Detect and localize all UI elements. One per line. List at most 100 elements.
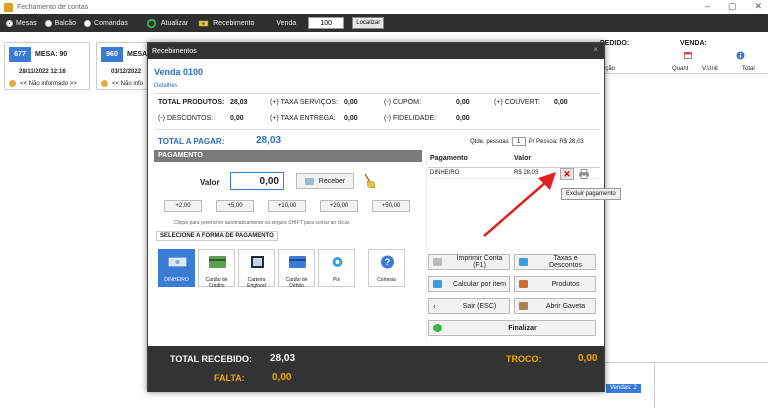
radio-selected-icon — [6, 19, 13, 27]
col-quant: Quant — [672, 66, 689, 72]
pay-method-label: DINHEIRO — [164, 277, 189, 283]
imprimir-conta-button[interactable]: Imprimir Conta (F1) — [428, 254, 510, 270]
divider — [596, 362, 768, 363]
venda-input[interactable]: 100 — [308, 17, 345, 29]
top-toolbar: Mesas Balcão Comandas Atualizar Recebime… — [0, 14, 768, 32]
produtos-button[interactable]: Produtos — [514, 276, 596, 292]
total-produtos-value: 28,03 — [230, 99, 248, 106]
radio-balcao-label: Balcão — [54, 19, 77, 27]
calcular-item-button[interactable]: Calcular por item — [428, 276, 510, 292]
divider — [654, 362, 655, 408]
excluir-pagamento-tooltip: Excluir pagamento — [561, 188, 621, 200]
pay-method-cortesia[interactable]: ? Cortesia — [368, 249, 405, 287]
taxa-servicos-label: (+) TAXA SERVIÇOS: — [270, 99, 338, 106]
valor-label: Valor — [200, 178, 220, 187]
table-card[interactable]: 677 MESA: 90 28/11/2022 12:16 << Não inf… — [4, 42, 90, 90]
wallet-icon — [251, 256, 264, 268]
radio-comandas[interactable]: Comandas — [84, 19, 128, 27]
total-pagar-label: TOTAL A PAGAR: — [158, 137, 225, 146]
qtde-pessoas-stepper[interactable]: 1 — [511, 137, 526, 146]
pay-method-carteira[interactable]: Carteira Engfood — [238, 249, 275, 289]
pay-method-dinheiro[interactable]: DINHEIRO — [158, 249, 195, 287]
money-icon — [198, 19, 209, 27]
info-icon[interactable] — [736, 51, 745, 60]
card-mesa: MESA: 90 — [35, 51, 68, 58]
drawer-icon — [519, 302, 528, 310]
excluir-pagamento-button[interactable]: ✕ — [560, 168, 574, 180]
pay-method-label: Cortesia — [377, 277, 396, 283]
produtos-label: Produtos — [551, 280, 580, 288]
couvert-label: (+) COUVERT: — [494, 99, 540, 106]
card-date: 03/12/2022 — [111, 69, 142, 75]
falta-label: FALTA: — [214, 373, 245, 383]
receber-label: Receber — [318, 177, 346, 185]
calculator-icon — [433, 280, 442, 288]
calcular-label: Calcular por item — [453, 280, 506, 288]
col-vunit: V.Unit — [702, 66, 718, 72]
question-icon: ? — [381, 255, 394, 269]
abrir-gaveta-button[interactable]: Abrir Gaveta — [514, 298, 596, 314]
quick-add-10-button[interactable]: +10,00 — [268, 200, 306, 212]
quick-add-5-button[interactable]: +5,00 — [216, 200, 254, 212]
calendar-icon[interactable] — [684, 51, 692, 59]
svg-text:?: ? — [385, 257, 391, 267]
taxa-entrega-value: 0,00 — [344, 115, 358, 122]
imprimir-label: Imprimir Conta (F1) — [456, 255, 503, 269]
cash-icon — [168, 257, 187, 267]
divider — [154, 129, 600, 130]
card-info: << Não informado >> — [9, 80, 77, 87]
radio-mesas-label: Mesas — [16, 19, 37, 27]
radio-balcao[interactable]: Balcão — [44, 19, 77, 27]
sair-button[interactable]: ‹ Sair (ESC) — [428, 298, 510, 314]
pay-method-label: Carteira Engfood — [247, 277, 266, 289]
qtde-pessoas: Qtde. pessoas 1 P/ Pessoa: R$ 28,03 — [470, 137, 584, 146]
por-pessoa-value: P/ Pessoa: R$ 28,03 — [528, 138, 584, 145]
quick-add-2-button[interactable]: +2,00 — [164, 200, 202, 212]
pay-method-label: Pix — [333, 277, 340, 283]
qtde-pessoas-label: Qtde. pessoas — [470, 138, 509, 145]
close-icon[interactable]: ✕ — [754, 1, 762, 12]
broom-icon[interactable] — [362, 173, 376, 189]
radio-icon — [44, 19, 52, 27]
annotation-arrow-icon — [483, 172, 556, 237]
payment-row-name: DINHEIRO — [430, 170, 460, 176]
card-info: << Não info — [101, 80, 143, 87]
total-pagar-value: 28,03 — [256, 135, 282, 146]
pay-method-debito[interactable]: Cartão de Débito — [278, 249, 315, 289]
atualizar-button[interactable]: Atualizar — [146, 18, 188, 29]
card-number: 960 — [101, 47, 123, 62]
descontos-value: 0,00 — [230, 115, 244, 122]
dialog-title: Recebimentos — [152, 47, 197, 55]
col-total: Total — [742, 66, 755, 72]
recebimento-label: Recebimento — [213, 19, 255, 27]
recebimento-button[interactable]: Recebimento — [198, 18, 254, 29]
radio-mesas[interactable]: Mesas — [6, 19, 37, 27]
check-icon — [433, 324, 442, 332]
printer-icon — [433, 258, 442, 266]
taxas-descontos-button[interactable]: Taxas e Descontos — [514, 254, 596, 270]
pay-method-pix[interactable]: Pix — [318, 249, 355, 287]
fidelidade-value: 0,00 — [456, 115, 470, 122]
quick-add-50-button[interactable]: +50,00 — [372, 200, 410, 212]
maximize-icon[interactable]: ▢ — [728, 1, 737, 12]
atualizar-label: Atualizar — [160, 19, 189, 27]
divider — [154, 93, 600, 94]
falta-value: 0,00 — [272, 372, 292, 383]
finalizar-button[interactable]: Finalizar — [428, 320, 596, 336]
venda-label: Venda — [276, 19, 297, 27]
descontos-label: (-) DESCONTOS: — [158, 115, 214, 122]
minimize-icon[interactable]: – — [705, 1, 710, 12]
pay-method-credito[interactable]: Cartão de Crédito — [198, 249, 235, 289]
dialog-close-icon[interactable]: × — [593, 45, 598, 54]
valor-input[interactable]: 0,00 — [230, 172, 284, 190]
card-number: 677 — [9, 47, 31, 62]
detalhes-link[interactable]: Detalhes — [154, 83, 178, 89]
taxa-servicos-value: 0,00 — [344, 99, 358, 106]
print-icon[interactable] — [578, 169, 590, 179]
cupom-value: 0,00 — [456, 99, 470, 106]
quick-add-20-button[interactable]: +20,00 — [320, 200, 358, 212]
receber-button[interactable]: Receber — [296, 173, 354, 189]
radio-icon — [84, 19, 92, 27]
localizar-button[interactable]: Localizar — [352, 17, 385, 29]
window-titlebar: Fechamento de contas – ▢ ✕ — [0, 0, 768, 14]
